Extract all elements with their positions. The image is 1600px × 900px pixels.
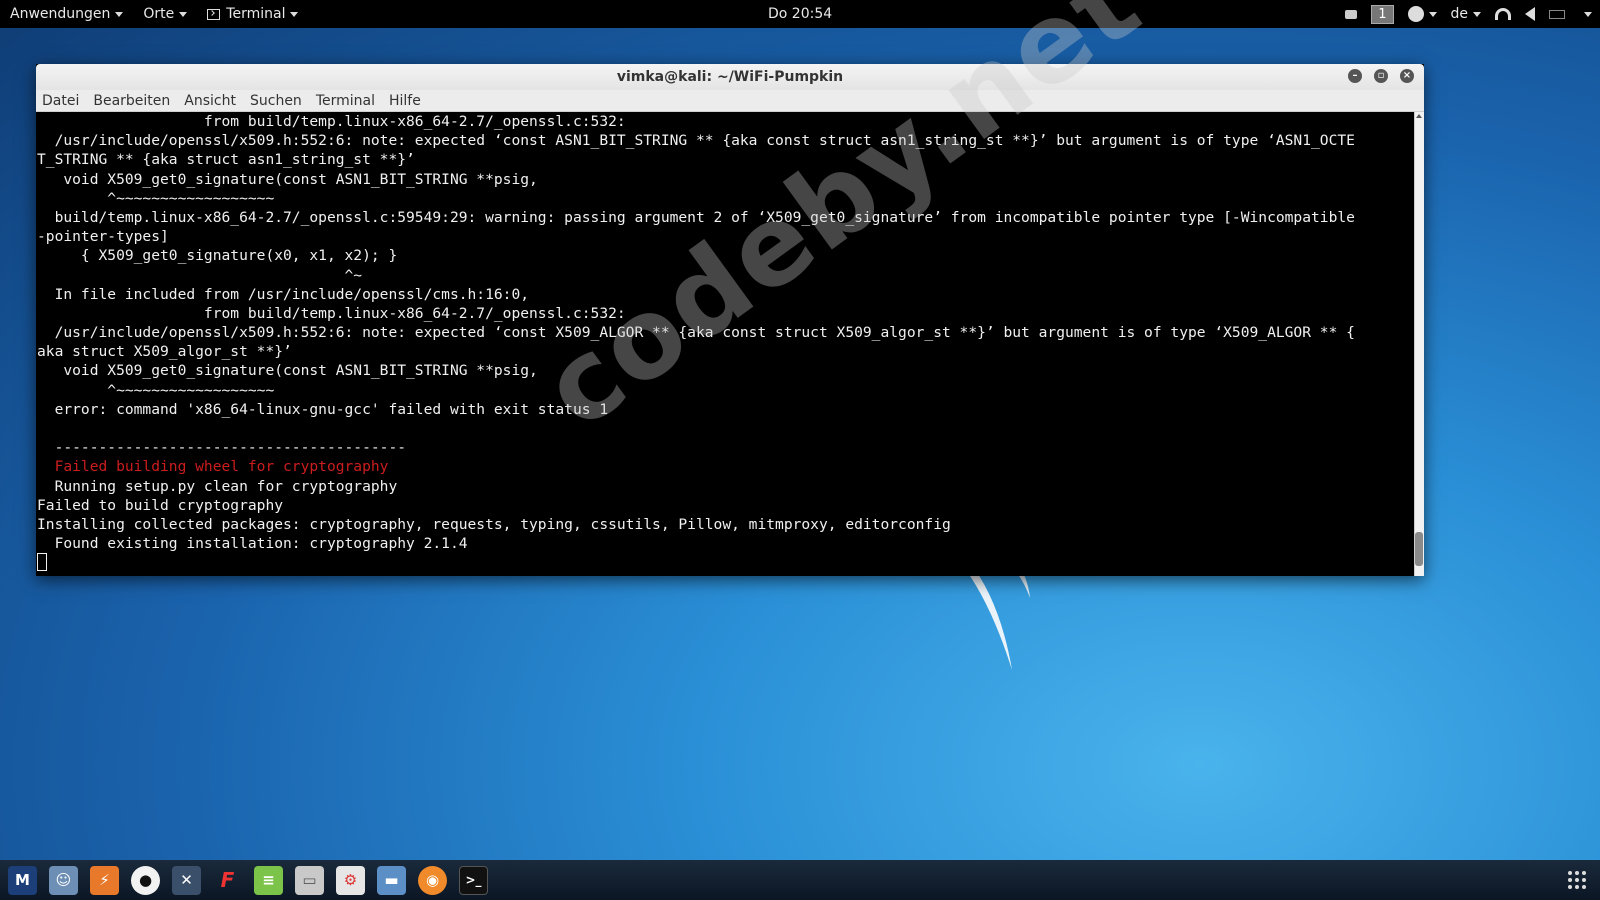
wifi-icon[interactable]	[1495, 8, 1511, 20]
leafpad-icon[interactable]: ≡	[254, 865, 283, 895]
menu-edit[interactable]: Bearbeiten	[93, 93, 170, 109]
terminal-line: ^~~~~~~~~~~~~~~~~~~	[37, 189, 275, 207]
terminal-icon	[207, 8, 221, 20]
chevron-down-icon	[1473, 11, 1481, 17]
beef-icon[interactable]: ●	[131, 865, 160, 895]
places-menu[interactable]: Orte	[133, 0, 197, 28]
terminal-line: -pointer-types]	[37, 228, 169, 246]
terminal-line: ----------------------------------------	[37, 439, 407, 457]
dragon-tail-decoration	[960, 560, 1030, 670]
show-applications-icon[interactable]	[1568, 871, 1586, 889]
metasploit-icon[interactable]: M	[8, 865, 37, 895]
terminal-line: /usr/include/openssl/x509.h:552:6: note:…	[37, 324, 1355, 342]
menu-help[interactable]: Hilfe	[389, 93, 421, 109]
window-menubar: Datei Bearbeiten Ansicht Suchen Terminal…	[36, 90, 1424, 112]
chevron-down-icon[interactable]	[1584, 11, 1592, 17]
settings-icon[interactable]: ⚙	[336, 865, 365, 895]
menu-view[interactable]: Ansicht	[184, 93, 236, 109]
terminal-line: Installing collected packages: cryptogra…	[37, 515, 951, 533]
clock[interactable]: Do 20:54	[768, 0, 832, 28]
scrollbar[interactable]	[1414, 112, 1424, 576]
terminal-line: Failed building wheel for cryptography	[37, 458, 389, 476]
camera-icon[interactable]	[1345, 9, 1358, 19]
chevron-down-icon	[1428, 11, 1437, 17]
scrollbar-thumb[interactable]	[1415, 532, 1423, 566]
terminal-window: vimka@kali: ~/WiFi-Pumpkin – ▫ × Datei B…	[36, 64, 1424, 576]
terminal-line: { X509_get0_signature(x0, x1, x2); }	[37, 247, 398, 265]
terminal-line: void X509_get0_signature(const ASN1_BIT_…	[37, 362, 538, 380]
accessibility-icon	[1407, 6, 1424, 22]
battery-icon[interactable]	[1549, 9, 1565, 19]
chevron-down-icon	[290, 11, 299, 17]
chevron-down-icon	[115, 11, 124, 17]
terminal-cursor	[37, 553, 47, 572]
places-label: Orte	[143, 6, 175, 22]
terminal-app-menu[interactable]: Terminal	[197, 0, 308, 28]
menu-file[interactable]: Datei	[42, 93, 79, 109]
volume-icon[interactable]	[1525, 7, 1535, 21]
language-label: de	[1450, 6, 1469, 22]
applications-menu[interactable]: Anwendungen	[0, 0, 133, 28]
workspace-indicator[interactable]: 1	[1371, 4, 1394, 24]
terminal-line: ^~~~~~~~~~~~~~~~~~~	[37, 381, 275, 399]
terminal-line: aka struct X509_algor_st **}’	[37, 343, 292, 361]
faraday-icon[interactable]: F	[213, 866, 242, 895]
applications-label: Anwendungen	[10, 6, 111, 22]
terminal-output[interactable]: from build/temp.linux-x86_64-2.7/_openss…	[36, 112, 1424, 576]
terminal-line: T_STRING ** {aka struct asn1_string_st *…	[37, 151, 415, 169]
maximize-icon[interactable]: ▫	[1374, 69, 1388, 83]
dock: M ☺ ⚡ ● ✕ F ≡ ▭ ⚙ ▬ ◉ >_	[0, 860, 1600, 900]
menu-terminal[interactable]: Terminal	[316, 93, 375, 109]
accessibility-menu[interactable]	[1407, 6, 1437, 22]
terminal-line: Running setup.py clean for cryptography	[37, 477, 398, 495]
window-title: vimka@kali: ~/WiFi-Pumpkin	[616, 69, 844, 85]
burpsuite-icon[interactable]: ⚡	[90, 865, 119, 895]
terminal-line: Failed to build cryptography	[37, 496, 284, 514]
terminal-text: from build/temp.linux-x86_64-2.7/_openss…	[37, 112, 1413, 573]
maltego-icon[interactable]: ✕	[172, 865, 201, 895]
terminal-line: void X509_get0_signature(const ASN1_BIT_…	[37, 170, 538, 188]
terminal-line: Found existing installation: cryptograph…	[37, 535, 468, 553]
window-titlebar[interactable]: vimka@kali: ~/WiFi-Pumpkin – ▫ ×	[36, 64, 1424, 90]
terminal-icon[interactable]: >_	[459, 865, 488, 895]
cutecom-icon[interactable]: ▭	[295, 865, 324, 895]
minimize-icon[interactable]: –	[1348, 69, 1362, 83]
terminal-line: from build/temp.linux-x86_64-2.7/_openss…	[37, 113, 626, 130]
terminal-line: error: command 'x86_64-linux-gnu-gcc' fa…	[37, 400, 609, 418]
terminal-line: from build/temp.linux-x86_64-2.7/_openss…	[37, 304, 626, 322]
terminal-line: In file included from /usr/include/opens…	[37, 285, 530, 303]
chevron-down-icon	[179, 11, 188, 17]
firefox-icon[interactable]: ◉	[418, 865, 447, 895]
scroll-up-icon[interactable]	[1416, 114, 1422, 118]
system-tray: 1 de	[1345, 0, 1592, 28]
terminal-line: build/temp.linux-x86_64-2.7/_openssl.c:5…	[37, 208, 1355, 226]
terminal-line: ^~	[37, 266, 363, 284]
files-icon[interactable]: ▬	[377, 865, 406, 895]
close-icon[interactable]: ×	[1400, 69, 1414, 83]
terminal-app-label: Terminal	[226, 6, 286, 22]
terminal-line: /usr/include/openssl/x509.h:552:6: note:…	[37, 132, 1355, 150]
terminal-prompt-line[interactable]	[37, 553, 1413, 572]
top-bar: Anwendungen Orte Terminal Do 20:54 1 de	[0, 0, 1600, 28]
armitage-icon[interactable]: ☺	[49, 865, 78, 895]
menu-search[interactable]: Suchen	[250, 93, 302, 109]
language-menu[interactable]: de	[1450, 6, 1481, 22]
